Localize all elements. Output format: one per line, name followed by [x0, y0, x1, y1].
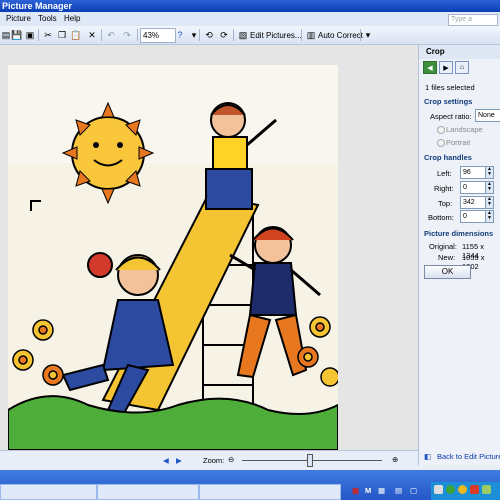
pdf-icon[interactable]: ▣	[352, 486, 359, 495]
picture-canvas	[0, 45, 418, 450]
title-bar: Picture Manager	[0, 0, 500, 12]
landscape-radio[interactable]	[437, 126, 445, 134]
taskbar-app-icon-3[interactable]: ▢	[410, 486, 417, 495]
right-input[interactable]: 0	[460, 181, 486, 194]
zoom-slider-thumb[interactable]	[307, 454, 314, 467]
status-bar: ◀ ▶ Zoom: ⊖ ⊕	[0, 450, 418, 469]
taskbar-app-icon[interactable]: ▦	[378, 486, 385, 495]
ok-button[interactable]: OK	[424, 265, 471, 279]
zoom-out-icon[interactable]: ⊖	[228, 455, 234, 464]
right-label: Right:	[434, 184, 454, 193]
back-arrow-icon[interactable]: ◀	[423, 61, 437, 74]
left-input[interactable]: 96	[460, 166, 486, 179]
portrait-label: Portrait	[446, 138, 471, 147]
crop-handles-header: Crop handles	[424, 153, 472, 162]
export-icon[interactable]: ▣	[24, 28, 36, 42]
zoom-label: Zoom:	[203, 456, 225, 465]
cut-icon[interactable]: ✂	[42, 28, 54, 42]
tray-network-icon[interactable]	[482, 485, 491, 494]
taskbar-window-button-2[interactable]	[97, 484, 199, 500]
bottom-label: Bottom:	[428, 213, 454, 222]
tray-arrow-icon[interactable]	[434, 485, 443, 494]
window-title: Picture Manager	[2, 1, 73, 11]
aspect-ratio-select[interactable]: None	[475, 109, 500, 122]
edit-pictures-button[interactable]: Edit Pictures...	[250, 28, 302, 42]
landscape-label: Landscape	[446, 125, 483, 134]
portrait-radio[interactable]	[437, 139, 445, 147]
zoom-level-box[interactable]: 43%	[140, 28, 176, 43]
bottom-spinner[interactable]: ▲ ▼	[485, 210, 494, 223]
crop-pane-title: Crop	[419, 45, 500, 59]
left-spinner[interactable]: ▲ ▼	[485, 166, 494, 179]
files-selected-text: 1 files selected	[425, 83, 475, 92]
menu-bar: Picture Tools Help Type a question	[0, 12, 500, 27]
copy-icon[interactable]: ❐	[56, 28, 68, 42]
top-spinner[interactable]: ▲ ▼	[485, 196, 494, 209]
back-link-icon[interactable]: ◧	[424, 452, 431, 461]
tray-alert-icon[interactable]	[458, 485, 467, 494]
zoom-in-icon[interactable]: ⊕	[392, 455, 398, 464]
home-icon[interactable]: ⌂	[455, 61, 469, 74]
top-label: Top:	[438, 199, 453, 208]
system-tray	[431, 482, 500, 500]
toolbar-overflow-icon[interactable]: ▾	[362, 28, 374, 42]
aspect-ratio-label: Aspect ratio:	[430, 112, 472, 121]
taskbar-app-icon-2[interactable]: ▤	[395, 486, 402, 495]
save-icon[interactable]: 💾	[11, 28, 23, 42]
menu-help[interactable]: Help	[64, 12, 80, 26]
tray-status-icon[interactable]	[446, 485, 455, 494]
toolbar: ▤ 💾 ▣ ✂ ❐ 📋 ✕ ↶ ↷ ▾ ? ▾ ⟲ ⟳ ▧ Edit Pictu…	[0, 26, 500, 45]
top-input[interactable]: 342	[460, 196, 486, 209]
bottom-input[interactable]: 0	[460, 210, 486, 223]
new-label: New:	[438, 253, 456, 262]
menu-tools[interactable]: Tools	[38, 12, 57, 26]
taskbar-window-button[interactable]	[0, 484, 97, 500]
forward-arrow-icon[interactable]: ▶	[439, 61, 453, 74]
redo-icon[interactable]: ↷	[121, 28, 133, 42]
rotate-left-icon[interactable]: ⟲	[203, 28, 215, 42]
paste-icon[interactable]: 📋	[70, 28, 82, 42]
edit-pictures-icon[interactable]: ▧	[237, 28, 249, 42]
original-label: Original:	[429, 242, 457, 251]
back-to-edit-pictures-link[interactable]: Back to Edit Pictures	[437, 452, 500, 461]
auto-correct-icon[interactable]: ▥	[305, 28, 317, 42]
crop-handle-top-left[interactable]	[30, 200, 41, 211]
help-search-input[interactable]: Type a question	[448, 14, 498, 26]
grass-drawing	[8, 395, 338, 450]
auto-correct-button[interactable]: Auto Correct	[318, 28, 363, 42]
pane-nav: ◀ ▶ ⌂	[423, 61, 469, 74]
tray-security-icon[interactable]	[470, 485, 479, 494]
picture-dimensions-header: Picture dimensions	[424, 229, 494, 238]
right-spinner[interactable]: ▲ ▼	[485, 181, 494, 194]
previous-arrow-icon[interactable]: ◀	[163, 456, 169, 465]
left-label: Left:	[437, 169, 452, 178]
taskbar-app-letter[interactable]: M	[365, 486, 371, 495]
rotate-right-icon[interactable]: ⟳	[218, 28, 230, 42]
playground-illustration	[8, 65, 338, 450]
delete-icon[interactable]: ✕	[86, 28, 98, 42]
crop-settings-header: Crop settings	[424, 97, 473, 106]
picture[interactable]	[8, 65, 338, 450]
next-arrow-icon[interactable]: ▶	[176, 456, 182, 465]
menu-picture[interactable]: Picture	[6, 12, 31, 26]
undo-icon[interactable]: ↶	[105, 28, 117, 42]
taskbar-window-button-3[interactable]	[199, 484, 341, 500]
